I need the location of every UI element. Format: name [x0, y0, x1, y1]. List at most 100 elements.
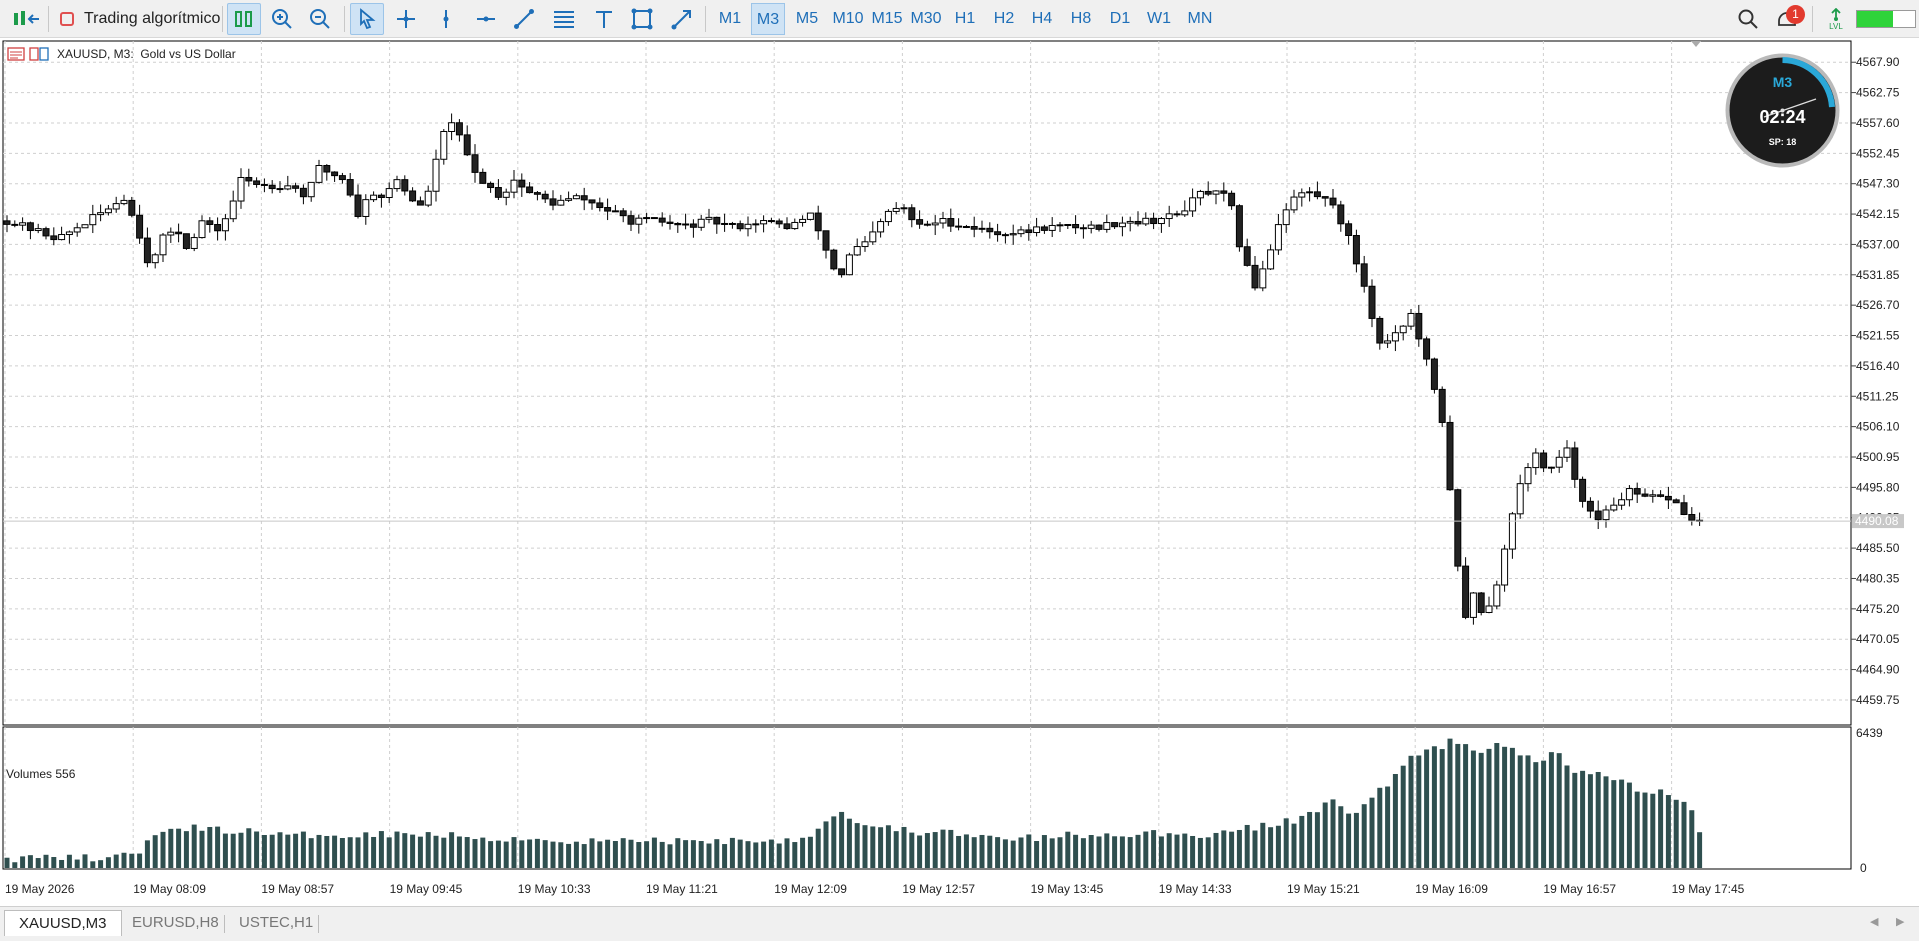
- search-icon[interactable]: [1733, 3, 1763, 35]
- candle-body: [1173, 213, 1181, 216]
- timeframe-m30[interactable]: M30: [906, 3, 946, 35]
- scroll-tabs-left-icon[interactable]: ◀: [1870, 915, 1878, 928]
- candle-body: [533, 192, 541, 195]
- candle-body: [58, 234, 66, 241]
- chart-layout-icon[interactable]: [10, 3, 44, 35]
- candle-body: [1454, 489, 1462, 567]
- tab-eurusd-h8[interactable]: EURUSD,H8: [118, 910, 233, 936]
- chart-canvas[interactable]: 4567.90 4562.75 4557.60 4552.45 4547.30 4542.…: [0, 38, 1919, 906]
- candle-body: [1118, 222, 1126, 228]
- cursor-icon[interactable]: [350, 3, 384, 35]
- algo-trading-button[interactable]: Trading algorítmico: [84, 3, 220, 35]
- volume-bar: [1665, 795, 1671, 868]
- volume-bar: [480, 837, 486, 868]
- volume-bar: [168, 828, 174, 868]
- timer-timeframe: M3: [1772, 74, 1793, 90]
- volume-bar: [417, 836, 423, 868]
- tab-xauusd-m3[interactable]: XAUUSD,M3: [4, 910, 122, 936]
- candle-body: [1064, 224, 1072, 227]
- volume-bar: [963, 834, 969, 868]
- timeframe-h1[interactable]: H1: [948, 3, 982, 35]
- arrow-tool-icon[interactable]: [666, 3, 698, 35]
- candle-body: [128, 199, 136, 216]
- volume-bar: [1127, 837, 1133, 868]
- candle-body: [986, 227, 994, 233]
- volume-bar: [1572, 772, 1578, 868]
- scroll-tabs-right-icon[interactable]: ▶: [1896, 915, 1904, 928]
- candle-body: [346, 179, 354, 196]
- volume-bar: [1509, 747, 1515, 868]
- vertical-line-icon[interactable]: [430, 3, 462, 35]
- timeframe-m5[interactable]: M5: [790, 3, 824, 35]
- timeframe-m1[interactable]: M1: [713, 3, 747, 35]
- candle-body: [1321, 196, 1329, 199]
- candle-body: [268, 184, 276, 190]
- candle-body: [104, 208, 112, 214]
- candle-body: [198, 220, 206, 239]
- candle-body: [658, 217, 666, 223]
- timeframe-h2[interactable]: H2: [987, 3, 1021, 35]
- algo-trading-icon[interactable]: [58, 3, 76, 35]
- separator: [222, 6, 223, 32]
- volume-bar: [238, 832, 244, 868]
- volume-bar: [885, 825, 891, 868]
- candle-body: [1196, 190, 1204, 199]
- candle-body: [159, 234, 167, 256]
- timeframe-m3[interactable]: M3: [751, 3, 785, 35]
- candle-body: [97, 212, 105, 216]
- timeframe-mn[interactable]: MN: [1180, 3, 1220, 35]
- trade-panel-icon[interactable]: [7, 47, 25, 61]
- volume-bar: [558, 842, 564, 868]
- tab-ustec-h1[interactable]: USTEC,H1: [225, 910, 327, 936]
- candle-body: [627, 215, 635, 225]
- timeframe-m10[interactable]: M10: [828, 3, 868, 35]
- volume-bar: [956, 835, 962, 868]
- volume-bar: [846, 818, 852, 868]
- text-tool-icon[interactable]: [588, 3, 620, 35]
- volume-bar: [503, 841, 509, 868]
- candle-body: [370, 194, 378, 201]
- volume-bar: [35, 858, 41, 868]
- volume-bar: [160, 831, 166, 868]
- candle-body: [19, 222, 27, 226]
- candle-body: [1204, 190, 1212, 195]
- candle-body: [1672, 499, 1680, 504]
- time-tick-label: 19 May 12:57: [902, 882, 975, 896]
- horizontal-line-icon[interactable]: [470, 3, 502, 35]
- zoom-out-icon[interactable]: [304, 3, 336, 35]
- volume-bar: [675, 838, 681, 868]
- candle-body: [604, 207, 612, 212]
- timeframe-h4[interactable]: H4: [1025, 3, 1059, 35]
- candlestick-icon[interactable]: [227, 3, 261, 35]
- volume-bar: [1478, 752, 1484, 868]
- candle-body: [292, 185, 300, 189]
- fibonacci-icon[interactable]: [548, 3, 580, 35]
- candle-body: [1228, 192, 1236, 207]
- timeframe-w1[interactable]: W1: [1141, 3, 1177, 35]
- volume-bar: [1619, 779, 1625, 868]
- volume-bar: [1455, 743, 1461, 868]
- candle-body: [1376, 317, 1384, 344]
- timeframe-d1[interactable]: D1: [1103, 3, 1137, 35]
- volume-bar: [1517, 755, 1523, 868]
- zoom-in-icon[interactable]: [266, 3, 298, 35]
- candle-body: [1259, 268, 1267, 289]
- candle-body: [1290, 196, 1298, 211]
- volume-bar: [43, 854, 49, 868]
- chart-settings-icon[interactable]: [29, 47, 49, 61]
- timeframe-h8[interactable]: H8: [1064, 3, 1098, 35]
- volume-bar: [464, 837, 470, 868]
- candle-body: [1602, 509, 1610, 521]
- shapes-icon[interactable]: [626, 3, 658, 35]
- crosshair-icon[interactable]: [390, 3, 422, 35]
- volume-bar: [308, 838, 314, 868]
- trendline-icon[interactable]: [508, 3, 540, 35]
- volume-bar: [1330, 799, 1336, 868]
- volume-bar: [932, 832, 938, 868]
- chart-area[interactable]: 4567.90 4562.75 4557.60 4552.45 4547.30 4542.…: [0, 38, 1919, 906]
- price-tick-label: 4547.30: [1856, 177, 1900, 191]
- volume-bar: [581, 844, 587, 868]
- candle-body: [182, 233, 190, 249]
- volume-bar: [59, 859, 65, 868]
- timeframe-m15[interactable]: M15: [867, 3, 907, 35]
